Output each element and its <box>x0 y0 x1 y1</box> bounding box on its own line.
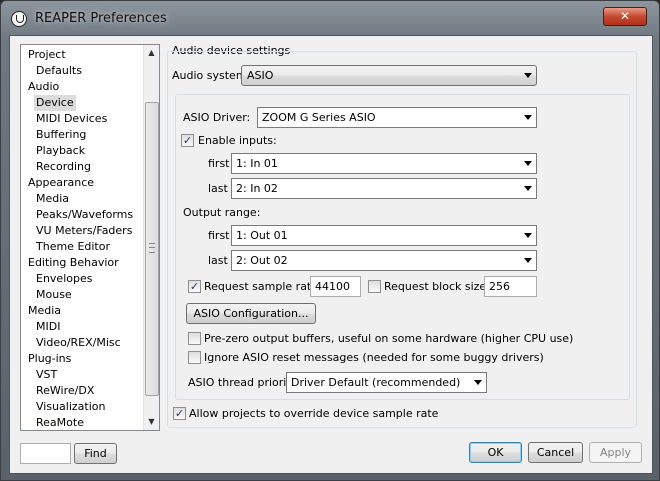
tree-item[interactable]: MIDI <box>36 319 60 335</box>
tree-item[interactable]: Media <box>36 191 69 207</box>
prezero-buffers-checkbox[interactable] <box>188 332 201 345</box>
asio-thread-priority-dropdown[interactable]: Driver Default (recommended) <box>286 372 487 393</box>
chevron-down-icon <box>524 73 532 78</box>
asio-thread-priority-value: Driver Default (recommended) <box>291 376 461 389</box>
audio-system-value: ASIO <box>247 69 274 82</box>
ignore-asio-reset-label: Ignore ASIO reset messages (needed for s… <box>204 351 544 364</box>
request-sample-rate-checkbox[interactable]: ✓ <box>188 280 201 293</box>
output-last-value: 2: Out 02 <box>236 254 288 267</box>
input-first-dropdown[interactable]: 1: In 01 <box>231 153 537 174</box>
scrollbar-thumb[interactable] <box>145 102 159 396</box>
tree-item[interactable]: Mouse <box>36 287 72 303</box>
allow-override-checkbox[interactable]: ✓ <box>173 407 186 420</box>
cancel-button[interactable]: Cancel <box>528 442 583 463</box>
chevron-down-icon <box>524 186 532 191</box>
input-first-label: first <box>208 157 230 170</box>
output-first-label: first <box>208 229 230 242</box>
reaper-app-icon <box>11 11 27 27</box>
preferences-window: REAPER Preferences ✕ Project Defaults Audi… <box>0 0 660 481</box>
output-first-dropdown[interactable]: 1: Out 01 <box>231 225 537 246</box>
request-block-size-label: Request block size: <box>384 280 490 293</box>
dialog-client-area: Project Defaults Audio Device MIDI Devices Bu… <box>9 35 653 474</box>
grip-icon <box>149 243 155 253</box>
tree-item[interactable]: Project <box>28 47 66 63</box>
request-block-size-checkbox[interactable] <box>368 280 381 293</box>
audio-system-dropdown[interactable]: ASIO <box>241 65 537 86</box>
tree-item[interactable]: Theme Editor <box>36 239 110 255</box>
scroll-up-arrow-icon[interactable]: ▲ <box>144 45 159 61</box>
output-last-dropdown[interactable]: 2: Out 02 <box>231 250 537 271</box>
chevron-down-icon <box>524 161 532 166</box>
tree-scrollbar[interactable]: ▲ ▼ <box>143 45 159 430</box>
tree-item[interactable]: Device <box>34 95 76 111</box>
tree-item[interactable]: Media <box>28 303 61 319</box>
find-button[interactable]: Find <box>74 443 117 464</box>
close-button[interactable]: ✕ <box>603 7 647 26</box>
tree-item[interactable]: MIDI Devices <box>36 111 107 127</box>
tree-item[interactable]: VU Meters/Faders <box>36 223 132 239</box>
tree-item[interactable]: Plug-ins <box>28 351 71 367</box>
chevron-down-icon <box>524 115 532 120</box>
enable-inputs-checkbox[interactable]: ✓ <box>181 134 194 147</box>
tree-item[interactable]: ReaMote <box>36 415 84 430</box>
asio-configuration-button[interactable]: ASIO Configuration... <box>186 303 316 324</box>
ignore-asio-reset-checkbox[interactable] <box>188 351 201 364</box>
block-size-input[interactable]: 256 <box>484 276 537 297</box>
window-title: REAPER Preferences <box>35 11 167 26</box>
input-last-value: 2: In 02 <box>236 182 278 195</box>
asio-driver-label: ASIO Driver: <box>183 111 251 124</box>
scroll-down-arrow-icon[interactable]: ▼ <box>144 414 159 430</box>
tree-item[interactable]: ReWire/DX <box>36 383 94 399</box>
tree-item[interactable]: Defaults <box>36 63 82 79</box>
apply-button[interactable]: Apply <box>589 442 642 463</box>
asio-driver-dropdown[interactable]: ZOOM G Series ASIO <box>257 107 537 128</box>
tree-item[interactable]: VST <box>36 367 57 383</box>
tree-item[interactable]: Playback <box>36 143 85 159</box>
enable-inputs-label: Enable inputs: <box>198 134 277 147</box>
output-first-value: 1: Out 01 <box>236 229 288 242</box>
input-last-dropdown[interactable]: 2: In 02 <box>231 178 537 199</box>
chevron-down-icon <box>524 233 532 238</box>
asio-thread-priority-label: ASIO thread priority: <box>188 376 301 389</box>
request-sample-rate-label: Request sample rate: <box>204 280 322 293</box>
tree-item[interactable]: Buffering <box>36 127 86 143</box>
allow-override-label: Allow projects to override device sample… <box>189 407 439 420</box>
tree-item[interactable]: Peaks/Waveforms <box>36 207 133 223</box>
tree-item[interactable]: Video/REX/Misc <box>36 335 121 351</box>
chevron-down-icon <box>524 258 532 263</box>
category-tree[interactable]: Project Defaults Audio Device MIDI Devices Bu… <box>20 44 160 431</box>
input-first-value: 1: In 01 <box>236 157 278 170</box>
tree-item[interactable]: Envelopes <box>36 271 92 287</box>
title-bar[interactable]: REAPER Preferences ✕ <box>1 1 659 35</box>
sample-rate-input[interactable]: 44100 <box>310 276 361 297</box>
output-last-label: last <box>208 254 228 267</box>
tree-item[interactable]: Audio <box>28 79 59 95</box>
ok-button[interactable]: OK <box>469 442 522 463</box>
chevron-down-icon <box>474 380 482 385</box>
tree-item[interactable]: Editing Behavior <box>28 255 119 271</box>
search-input[interactable] <box>20 443 71 464</box>
tree-item[interactable]: Recording <box>36 159 91 175</box>
output-range-label: Output range: <box>183 206 261 219</box>
prezero-buffers-label: Pre-zero output buffers, useful on some … <box>204 332 574 345</box>
asio-driver-value: ZOOM G Series ASIO <box>262 111 376 124</box>
audio-system-label: Audio system: <box>172 69 251 82</box>
tree-item[interactable]: Appearance <box>28 175 94 191</box>
input-last-label: last <box>208 182 228 195</box>
tree-item[interactable]: Visualization <box>36 399 105 415</box>
